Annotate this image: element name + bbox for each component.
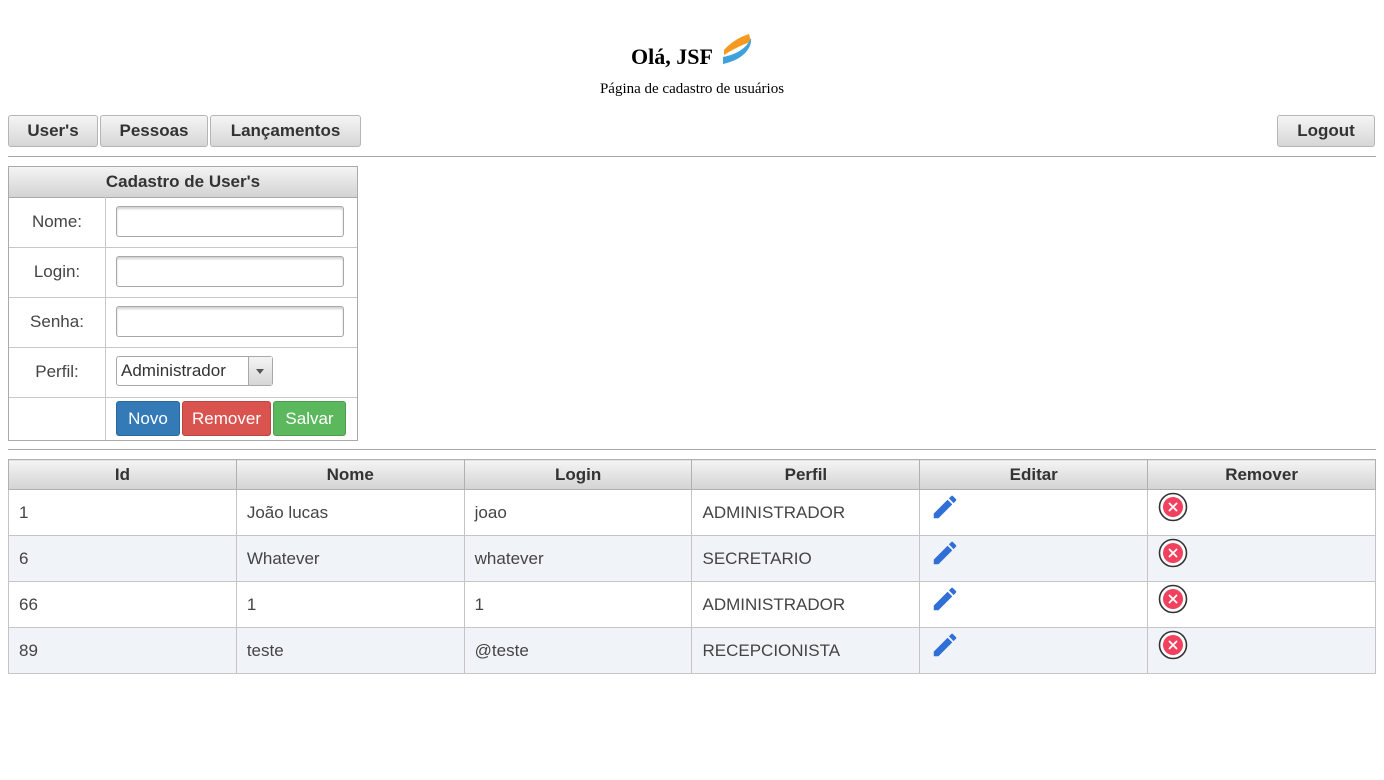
- cell-login: whatever: [463, 535, 693, 582]
- cell-perfil: ADMINISTRADOR: [691, 489, 921, 536]
- cell-perfil: ADMINISTRADOR: [691, 581, 921, 628]
- perfil-label: Perfil:: [9, 347, 106, 397]
- remover-button[interactable]: Remover: [182, 401, 271, 436]
- cell-editar: [919, 627, 1149, 674]
- nome-field[interactable]: [116, 206, 344, 237]
- pencil-icon[interactable]: [930, 492, 960, 527]
- col-remover: Remover: [1147, 459, 1376, 490]
- table-row: 66 1 1 ADMINISTRADOR: [8, 581, 1376, 628]
- table-row: 6 Whatever whatever SECRETARIO: [8, 535, 1376, 582]
- form-divider: [8, 449, 1376, 450]
- salvar-button[interactable]: Salvar: [273, 401, 346, 436]
- table-row: 89 teste @teste RECEPCIONISTA: [8, 627, 1376, 674]
- cell-nome: Whatever: [235, 535, 465, 582]
- cell-editar: [919, 535, 1149, 582]
- users-table: Id Nome Login Perfil Editar Remover 1 Jo…: [8, 459, 1376, 674]
- perfil-dropdown-trigger[interactable]: [248, 357, 272, 385]
- cell-remover: [1147, 581, 1376, 628]
- menu-users-button[interactable]: User's: [8, 115, 98, 147]
- form-row-login: Login:: [9, 247, 357, 298]
- col-perfil[interactable]: Perfil: [691, 459, 921, 490]
- cell-id: 1: [8, 489, 237, 536]
- close-circle-icon[interactable]: [1158, 492, 1188, 527]
- perfil-select[interactable]: Administrador: [116, 356, 273, 386]
- page-title-text: Olá, JSF: [631, 44, 713, 69]
- caret-down-icon: [256, 369, 264, 374]
- close-circle-icon[interactable]: [1158, 538, 1188, 573]
- pencil-icon[interactable]: [930, 630, 960, 665]
- novo-button[interactable]: Novo: [116, 401, 180, 436]
- login-label: Login:: [9, 247, 106, 297]
- close-circle-icon[interactable]: [1158, 630, 1188, 665]
- cell-id: 66: [8, 581, 237, 628]
- menu-divider: [8, 156, 1376, 157]
- cell-nome: 1: [235, 581, 465, 628]
- close-circle-icon[interactable]: [1158, 584, 1188, 619]
- pencil-icon[interactable]: [930, 584, 960, 619]
- cell-perfil: RECEPCIONISTA: [691, 627, 921, 674]
- cell-editar: [919, 489, 1149, 536]
- table-row: 1 João lucas joao ADMINISTRADOR: [8, 489, 1376, 536]
- page-title: Olá, JSF: [0, 32, 1384, 72]
- cell-remover: [1147, 535, 1376, 582]
- table-header-row: Id Nome Login Perfil Editar Remover: [8, 459, 1376, 490]
- cell-remover: [1147, 627, 1376, 674]
- col-login[interactable]: Login: [463, 459, 693, 490]
- cell-perfil: SECRETARIO: [691, 535, 921, 582]
- col-nome[interactable]: Nome: [235, 459, 465, 490]
- logout-button[interactable]: Logout: [1277, 115, 1375, 147]
- col-id[interactable]: Id: [8, 459, 237, 490]
- cell-nome: João lucas: [235, 489, 465, 536]
- cell-nome: teste: [235, 627, 465, 674]
- cell-remover: [1147, 489, 1376, 536]
- form-row-perfil: Perfil: Administrador: [9, 347, 357, 398]
- cell-editar: [919, 581, 1149, 628]
- page-subtitle: Página de cadastro de usuários: [599, 81, 785, 97]
- form-row-senha: Senha:: [9, 297, 357, 348]
- actions-label-cell: [9, 397, 106, 440]
- pencil-icon[interactable]: [930, 538, 960, 573]
- form-title: Cadastro de User's: [9, 167, 357, 198]
- nome-label: Nome:: [9, 197, 106, 247]
- cell-id: 89: [8, 627, 237, 674]
- menu-pessoas-button[interactable]: Pessoas: [100, 115, 208, 147]
- perfil-selected-value: Administrador: [121, 361, 226, 380]
- col-editar: Editar: [919, 459, 1149, 490]
- menu-lancamentos-button[interactable]: Lançamentos: [210, 115, 361, 147]
- cell-id: 6: [8, 535, 237, 582]
- cell-login: @teste: [463, 627, 693, 674]
- cell-login: 1: [463, 581, 693, 628]
- form-row-nome: Nome:: [9, 197, 357, 248]
- jsf-logo-icon: [719, 32, 753, 72]
- cell-login: joao: [463, 489, 693, 536]
- senha-field[interactable]: [116, 306, 344, 337]
- login-field[interactable]: [116, 256, 344, 287]
- senha-label: Senha:: [9, 297, 106, 347]
- user-form-panel: Cadastro de User's Nome: Login: Senha: P…: [8, 166, 358, 441]
